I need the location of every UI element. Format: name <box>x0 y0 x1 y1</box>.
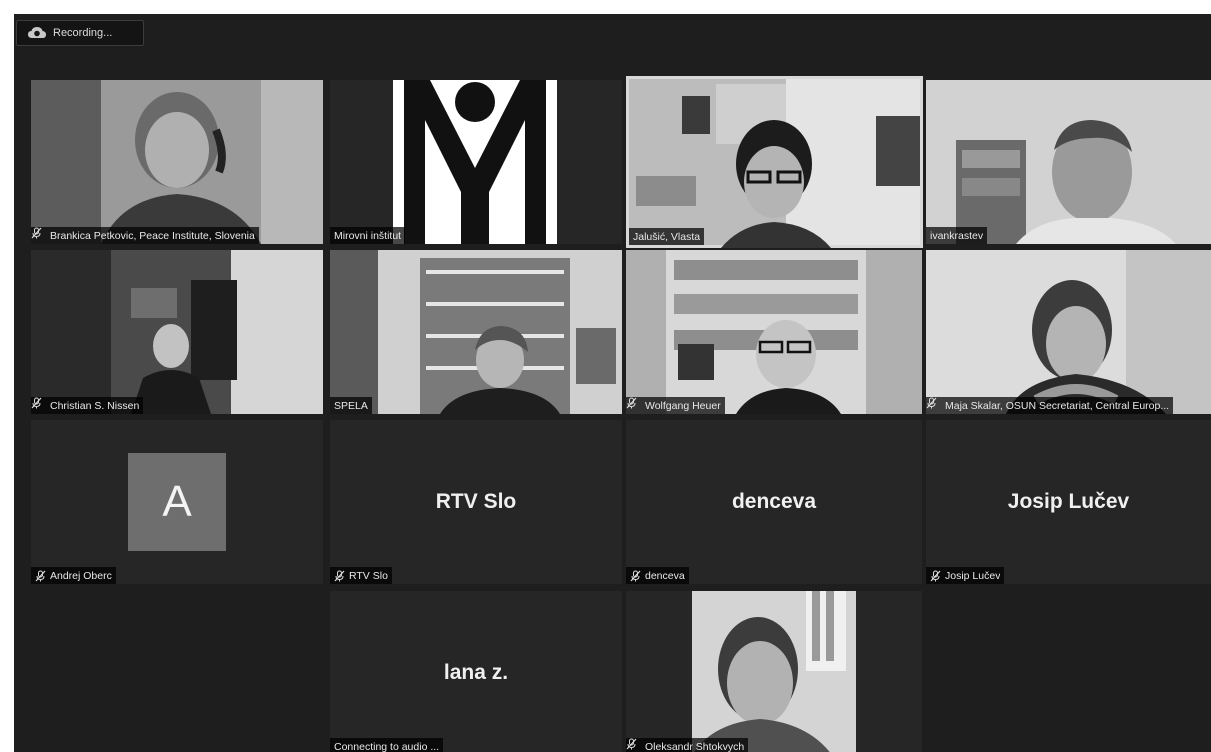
recording-label: Recording... <box>53 27 113 39</box>
participant-name-tag: RTV Slo <box>330 567 392 584</box>
participant-tile[interactable]: Maja Skalar, OSUN Secretariat, Central E… <box>926 250 1211 414</box>
participant-name-tag: Oleksandr Shtokvych <box>626 738 749 752</box>
participant-name-tag: Maja Skalar, OSUN Secretariat, Central E… <box>926 397 1174 414</box>
cloud-record-icon <box>27 25 47 41</box>
mic-muted-icon <box>926 397 941 412</box>
participant-video <box>31 80 323 244</box>
participant-display-name: denceva <box>731 490 817 513</box>
participant-name-tag: Wolfgang Heuer <box>626 397 725 414</box>
participant-tile[interactable]: Josip Lučev Josip Lučev <box>926 420 1211 584</box>
participant-tile[interactable]: A Andrej Oberc <box>31 420 323 584</box>
participant-name-tag: Connecting to audio ... <box>330 738 444 752</box>
participant-video <box>926 250 1211 414</box>
participant-video <box>330 250 622 414</box>
mic-muted-icon <box>31 227 46 242</box>
participant-tile[interactable]: Oleksandr Shtokvych <box>626 591 922 752</box>
participant-tile-active-speaker[interactable]: Jalušić, Vlasta <box>626 76 923 248</box>
participant-name-tag: Jalušić, Vlasta <box>629 228 705 245</box>
participant-name-tag: Andrej Oberc <box>31 567 116 584</box>
participant-tile[interactable]: denceva denceva <box>626 420 922 584</box>
mic-muted-icon <box>31 397 46 412</box>
mic-muted-icon <box>35 570 46 582</box>
participant-name-tag: Mirovni inštitut <box>330 227 406 244</box>
participant-video <box>31 250 323 414</box>
participant-tile[interactable]: lana z. Connecting to audio ... <box>330 591 622 752</box>
mic-muted-icon <box>626 397 641 412</box>
participant-video <box>629 79 920 248</box>
participant-video <box>626 250 922 414</box>
participant-tile[interactable]: RTV Slo RTV Slo <box>330 420 622 584</box>
participant-display-name: RTV Slo <box>435 490 517 513</box>
participant-name-tag: Christian S. Nissen <box>31 397 144 414</box>
organization-logo <box>393 80 557 244</box>
recording-indicator[interactable]: Recording... <box>16 20 144 46</box>
participant-tile[interactable]: Mirovni inštitut <box>330 80 622 244</box>
participant-name-tag: SPELA <box>330 397 372 414</box>
participant-name-tag: Brankica Petkovic, Peace Institute, Slov… <box>31 227 259 244</box>
participant-tile[interactable]: Brankica Petkovic, Peace Institute, Slov… <box>31 80 323 244</box>
participant-video <box>692 591 856 752</box>
participant-display-name: lana z. <box>443 661 509 684</box>
meeting-window: Recording... Brankica Petkovic, Peace In… <box>14 14 1211 752</box>
mic-muted-icon <box>626 738 641 752</box>
participant-name-tag: ivankrastev <box>926 227 988 244</box>
participant-tile[interactable]: ivankrastev <box>926 80 1211 244</box>
mic-muted-icon <box>630 570 641 582</box>
participant-name-tag: denceva <box>626 567 689 584</box>
participant-display-name: Josip Lučev <box>1007 490 1130 513</box>
avatar: A <box>128 453 226 551</box>
participant-name-tag: Josip Lučev <box>926 567 1005 584</box>
mic-muted-icon <box>930 570 941 582</box>
participant-tile[interactable]: SPELA <box>330 250 622 414</box>
participant-video <box>926 80 1211 244</box>
participant-tile[interactable]: Wolfgang Heuer <box>626 250 922 414</box>
mic-muted-icon <box>334 570 345 582</box>
participant-tile[interactable]: Christian S. Nissen <box>31 250 323 414</box>
